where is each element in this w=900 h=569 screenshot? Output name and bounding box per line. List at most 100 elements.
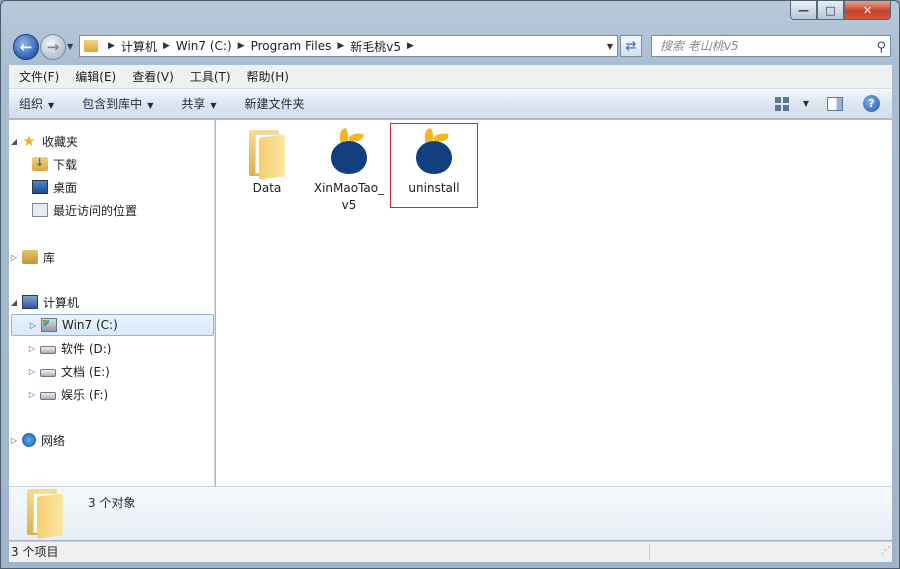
breadcrumb-drive-c[interactable]: Win7 (C:)	[176, 39, 232, 53]
forward-arrow-icon: →	[46, 38, 60, 56]
collapsed-triangle-icon[interactable]: ▷	[27, 390, 37, 399]
status-divider	[649, 544, 650, 560]
collapsed-triangle-icon[interactable]: ▷	[27, 367, 37, 376]
share-label: 共享	[181, 97, 206, 111]
star-icon: ★	[22, 132, 36, 150]
item-count: 3 个项目	[11, 545, 59, 559]
organize-button[interactable]: 组织 ▼	[19, 95, 54, 112]
breadcrumb-current-folder[interactable]: 新毛桃v5	[350, 38, 401, 55]
file-list-pane[interactable]: Data XinMaoTao_v5 uninstall	[216, 120, 892, 486]
chevron-down-icon: ▼	[210, 101, 217, 110]
chevron-right-icon[interactable]: ▶	[337, 41, 344, 51]
file-item-xinmaotao[interactable]: XinMaoTao_v5	[309, 124, 389, 214]
tree-network[interactable]: ▷ 网络	[9, 429, 213, 451]
system-drive-icon	[41, 318, 57, 332]
search-input[interactable]: 搜索 老山桃v5 ⚲	[651, 35, 891, 57]
tree-recent-places[interactable]: 最近访问的位置	[9, 199, 213, 221]
chevron-right-icon[interactable]: ▶	[407, 41, 414, 51]
tree-label: 文档 (E:)	[61, 364, 110, 379]
network-icon	[22, 433, 36, 447]
search-icon[interactable]: ⚲	[876, 38, 886, 58]
menu-edit[interactable]: 编辑(E)	[67, 68, 124, 85]
file-name: uninstall	[408, 181, 460, 195]
breadcrumb-program-files[interactable]: Program Files	[251, 39, 332, 53]
status-bar: 3 个项目 ⋰	[9, 541, 892, 562]
details-pane: 3 个对象	[9, 486, 892, 540]
close-button[interactable]: ✕	[844, 1, 891, 20]
folder-icon	[249, 130, 285, 180]
new-folder-button[interactable]: 新建文件夹	[245, 95, 305, 112]
refresh-button[interactable]: ⇄	[620, 35, 642, 57]
drive-icon	[40, 345, 56, 354]
expand-triangle-icon[interactable]: ◢	[9, 137, 19, 146]
tree-desktop[interactable]: 桌面	[9, 176, 213, 198]
breadcrumb-computer[interactable]: 计算机	[121, 38, 157, 55]
tree-favorites[interactable]: ◢ ★ 收藏夹	[9, 130, 213, 152]
menu-help[interactable]: 帮助(H)	[239, 68, 297, 85]
back-arrow-icon: ←	[19, 38, 33, 56]
menu-view[interactable]: 查看(V)	[124, 68, 182, 85]
collapsed-triangle-icon[interactable]: ▷	[27, 344, 37, 353]
tree-label: 桌面	[53, 180, 78, 195]
selection-summary: 3 个对象	[88, 496, 136, 510]
tree-drive-d[interactable]: ▷ 软件 (D:)	[9, 337, 213, 359]
recent-places-icon	[32, 203, 48, 217]
tree-computer[interactable]: ◢ 计算机	[9, 291, 213, 313]
tree-drive-e[interactable]: ▷ 文档 (E:)	[9, 360, 213, 382]
chevron-down-icon: ▼	[48, 101, 55, 110]
view-options-dropdown[interactable]: ▼	[803, 99, 809, 108]
include-label: 包含到库中	[82, 97, 143, 111]
tree-drive-f[interactable]: ▷ 娱乐 (F:)	[9, 383, 213, 405]
tree-label: 软件 (D:)	[61, 341, 112, 356]
tree-drive-c[interactable]: ▷ Win7 (C:)	[11, 314, 214, 336]
tree-label: 库	[43, 250, 56, 265]
computer-icon	[22, 295, 38, 309]
tree-label: Win7 (C:)	[62, 318, 118, 332]
forward-button[interactable]: →	[40, 34, 66, 60]
menu-tools[interactable]: 工具(T)	[182, 68, 239, 85]
folder-icon	[84, 40, 98, 52]
include-in-library-button[interactable]: 包含到库中 ▼	[82, 95, 153, 112]
maximize-button[interactable]: □	[817, 1, 844, 20]
view-controls: ▼ ?	[774, 95, 880, 112]
menu-file[interactable]: 文件(F)	[11, 68, 67, 85]
library-icon	[22, 250, 38, 264]
folder-icon	[27, 489, 63, 539]
address-bar[interactable]: ▶ 计算机 ▶ Win7 (C:) ▶ Program Files ▶ 新毛桃v…	[79, 35, 618, 57]
xinmaotao-app-icon	[328, 127, 370, 176]
collapsed-triangle-icon[interactable]: ▷	[28, 321, 38, 330]
collapsed-triangle-icon[interactable]: ▷	[9, 253, 19, 262]
file-name: Data	[252, 181, 282, 195]
chevron-right-icon[interactable]: ▶	[108, 41, 115, 51]
tree-label: 最近访问的位置	[53, 203, 138, 218]
drive-icon	[40, 368, 56, 377]
drive-icon	[40, 391, 56, 400]
chevron-right-icon[interactable]: ▶	[163, 41, 170, 51]
address-dropdown-icon[interactable]: ▼	[607, 42, 613, 51]
tree-downloads[interactable]: 下载	[9, 153, 213, 175]
share-button[interactable]: 共享 ▼	[181, 95, 216, 112]
tree-libraries[interactable]: ▷ 库	[9, 246, 213, 268]
explorer-window: — □ ✕ ← → ▼ ▶ 计算机 ▶ Win7 (C:) ▶ Program …	[0, 0, 900, 569]
resize-grip-icon[interactable]: ⋰	[881, 541, 890, 561]
back-button[interactable]: ←	[13, 34, 39, 60]
preview-pane-icon[interactable]	[827, 96, 843, 111]
caption-buttons: — □ ✕	[790, 1, 891, 20]
file-item-uninstall[interactable]: uninstall	[390, 123, 478, 208]
expand-triangle-icon[interactable]: ◢	[9, 298, 19, 307]
search-placeholder: 搜索 老山桃v5	[660, 39, 739, 53]
recent-pages-dropdown[interactable]: ▼	[67, 42, 73, 51]
file-name: XinMaoTao_v5	[313, 181, 385, 212]
tree-label: 网络	[41, 433, 66, 448]
menubar: 文件(F) 编辑(E) 查看(V) 工具(T) 帮助(H)	[9, 65, 892, 89]
help-icon[interactable]: ?	[863, 95, 880, 112]
change-view-icon[interactable]	[774, 96, 789, 111]
downloads-icon	[32, 156, 48, 171]
tree-label: 收藏夹	[42, 134, 79, 149]
navigation-pane: ◢ ★ 收藏夹 下载 桌面 最近访问的位置 ▷ 库 ◢ 计算机 ▷	[9, 120, 215, 486]
chevron-right-icon[interactable]: ▶	[238, 41, 245, 51]
collapsed-triangle-icon[interactable]: ▷	[9, 436, 19, 445]
minimize-button[interactable]: —	[790, 1, 817, 20]
tree-label: 计算机	[43, 295, 80, 310]
file-item-data-folder[interactable]: Data	[227, 124, 307, 197]
